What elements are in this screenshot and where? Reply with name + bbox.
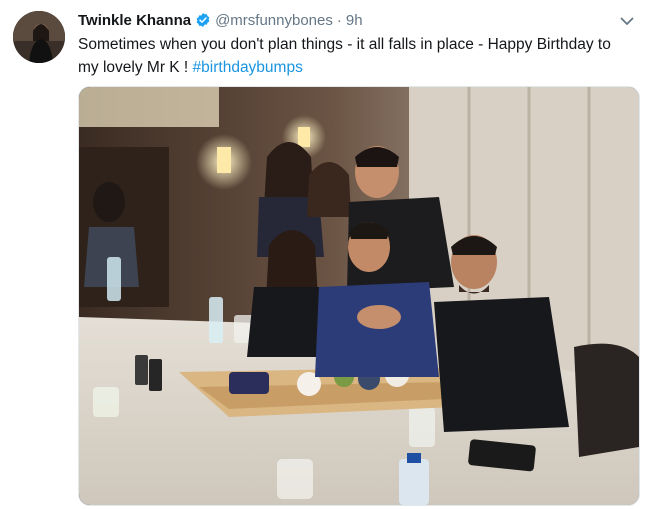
tweet-photo[interactable] [78, 86, 640, 506]
tweet-text-body: Sometimes when you don't plan things - i… [78, 36, 611, 76]
separator-dot: · [336, 11, 342, 29]
tweet-timestamp[interactable]: 9h [346, 12, 363, 29]
chevron-down-icon[interactable] [619, 13, 635, 29]
avatar-image [13, 11, 65, 63]
author-avatar[interactable] [13, 11, 65, 63]
tweet-header: Twinkle Khanna @mrsfunnybones · 9h [78, 10, 363, 30]
author-name[interactable]: Twinkle Khanna [78, 12, 191, 29]
tweet-card: Twinkle Khanna @mrsfunnybones · 9h Somet… [0, 0, 649, 509]
verified-badge-icon [195, 12, 211, 28]
author-handle[interactable]: @mrsfunnybones [215, 12, 333, 29]
hashtag-link[interactable]: #birthdaybumps [193, 59, 303, 76]
tweet-text: Sometimes when you don't plan things - i… [78, 33, 634, 79]
group-photo [79, 87, 639, 505]
